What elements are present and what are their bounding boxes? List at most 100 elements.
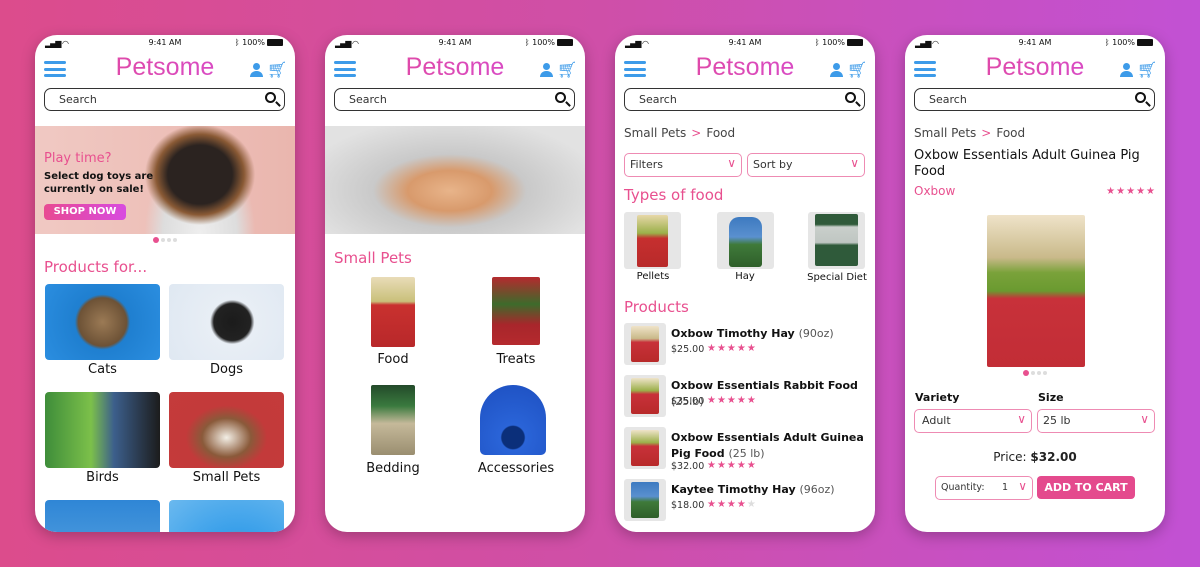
product-price: $35.00 bbox=[671, 396, 705, 407]
status-bar: ▂▄▆ ◠ 9:41 AM ᛒ 100% bbox=[615, 38, 875, 50]
search-input[interactable]: Search bbox=[914, 88, 1155, 111]
status-bar: ▂▄▆ ◠ 9:41 AM ᛒ 100% bbox=[35, 38, 295, 50]
shopping-cart-icon[interactable]: 🛒︎ bbox=[847, 60, 867, 79]
filters-dropdown[interactable]: Filters ∨ bbox=[624, 153, 742, 177]
breadcrumb-small-pets[interactable]: Small Pets bbox=[914, 126, 976, 140]
category-item-label[interactable]: Treats bbox=[456, 352, 576, 367]
types-title: Types of food bbox=[624, 186, 724, 204]
type-pellets[interactable] bbox=[624, 212, 681, 269]
quantity-dropdown[interactable]: Quantity: 1 ∨ bbox=[935, 476, 1033, 500]
category-small-pets[interactable] bbox=[169, 392, 284, 468]
products-title: Products bbox=[624, 298, 689, 316]
product-brand[interactable]: Oxbow bbox=[914, 184, 955, 198]
breadcrumb-food[interactable]: Food bbox=[706, 126, 735, 140]
search-icon[interactable] bbox=[1135, 92, 1146, 103]
product-price: $18.00 bbox=[671, 500, 705, 511]
breadcrumb-separator: > bbox=[981, 126, 992, 140]
product-name[interactable]: Oxbow Timothy Hay (90oz) bbox=[671, 326, 871, 342]
food-image[interactable] bbox=[371, 277, 415, 347]
user-account-icon[interactable] bbox=[1119, 63, 1133, 77]
section-title: Products for... bbox=[44, 258, 148, 276]
rating-stars: ★★★★★ bbox=[1106, 186, 1156, 197]
dog-photo bbox=[135, 126, 265, 234]
promo-banner[interactable]: Play time? Select dog toys are currently… bbox=[35, 126, 295, 234]
product-thumbnail[interactable] bbox=[624, 479, 666, 521]
search-icon[interactable] bbox=[265, 92, 276, 103]
shopping-cart-icon[interactable]: 🛒︎ bbox=[1137, 60, 1157, 79]
product-thumbnail[interactable] bbox=[624, 375, 666, 417]
type-label: Hay bbox=[735, 271, 755, 282]
variety-value: Adult bbox=[922, 414, 951, 427]
product-thumbnail[interactable] bbox=[624, 323, 666, 365]
phone-detail: ▂▄▆ ◠ 9:41 AM ᛒ 100% Petsome 🛒︎ Search S… bbox=[905, 35, 1165, 532]
battery-indicator: ᛒ 100% bbox=[235, 38, 283, 47]
filters-label: Filters bbox=[630, 158, 663, 171]
breadcrumb: Small Pets > Food bbox=[624, 126, 735, 140]
shopping-cart-icon[interactable]: 🛒︎ bbox=[267, 60, 287, 79]
size-dropdown[interactable]: 25 lb ∨ bbox=[1037, 409, 1155, 433]
product-name[interactable]: Oxbow Essentials Adult Guinea Pig Food (… bbox=[671, 430, 871, 462]
category-item-label[interactable]: Food bbox=[333, 352, 453, 367]
add-to-cart-button[interactable]: ADD TO CART bbox=[1037, 476, 1135, 499]
product-name[interactable]: Kaytee Timothy Hay (96oz) bbox=[671, 482, 871, 498]
product-image[interactable] bbox=[987, 215, 1085, 367]
search-placeholder: Search bbox=[639, 93, 677, 106]
bluetooth-icon: ᛒ bbox=[234, 38, 240, 47]
battery-icon bbox=[1137, 39, 1153, 46]
user-account-icon[interactable] bbox=[539, 63, 553, 77]
product-title: Oxbow Essentials Adult Guinea Pig Food bbox=[914, 148, 1140, 179]
sort-label: Sort by bbox=[753, 158, 793, 171]
category-cats[interactable] bbox=[45, 284, 160, 360]
search-icon[interactable] bbox=[555, 92, 566, 103]
carousel-dots[interactable] bbox=[35, 237, 295, 243]
battery-indicator: ᛒ 100% bbox=[1105, 38, 1153, 47]
category-fish[interactable] bbox=[169, 500, 284, 532]
breadcrumb-food[interactable]: Food bbox=[996, 126, 1025, 140]
product-price: $32.00 bbox=[671, 461, 705, 472]
battery-icon bbox=[267, 39, 283, 46]
battery-percent: 100% bbox=[822, 38, 845, 47]
battery-percent: 100% bbox=[242, 38, 265, 47]
gallery-dots[interactable] bbox=[905, 370, 1165, 376]
category-birds[interactable] bbox=[45, 392, 160, 468]
product-rating-stars: ★★★★★ bbox=[707, 343, 757, 354]
search-placeholder: Search bbox=[349, 93, 387, 106]
search-input[interactable]: Search bbox=[624, 88, 865, 111]
category-dogs[interactable] bbox=[169, 284, 284, 360]
phone-listing: ▂▄▆ ◠ 9:41 AM ᛒ 100% Petsome 🛒︎ Search S… bbox=[615, 35, 875, 532]
status-bar: ▂▄▆ ◠ 9:41 AM ᛒ 100% bbox=[325, 38, 585, 50]
size-label: Size bbox=[1038, 391, 1064, 404]
search-placeholder: Search bbox=[929, 93, 967, 106]
product-rating-stars: ★★★★★ bbox=[707, 460, 757, 471]
type-hay[interactable] bbox=[717, 212, 774, 269]
battery-icon bbox=[847, 39, 863, 46]
category-title: Small Pets bbox=[334, 249, 412, 267]
variety-dropdown[interactable]: Adult ∨ bbox=[914, 409, 1032, 433]
battery-percent: 100% bbox=[532, 38, 555, 47]
shopping-cart-icon[interactable]: 🛒︎ bbox=[557, 60, 577, 79]
shop-now-button[interactable]: SHOP NOW bbox=[44, 204, 126, 220]
search-icon[interactable] bbox=[845, 92, 856, 103]
search-input[interactable]: Search bbox=[334, 88, 575, 111]
category-label: Dogs bbox=[210, 362, 243, 377]
chevron-down-icon: ∨ bbox=[850, 156, 859, 170]
treats-image[interactable] bbox=[492, 277, 540, 345]
bedding-image[interactable] bbox=[371, 385, 415, 455]
sort-dropdown[interactable]: Sort by ∨ bbox=[747, 153, 865, 177]
battery-icon bbox=[557, 39, 573, 46]
user-account-icon[interactable] bbox=[829, 63, 843, 77]
chevron-down-icon: ∨ bbox=[1140, 412, 1149, 426]
category-item-label[interactable]: Accessories bbox=[456, 461, 576, 476]
type-special-diet[interactable] bbox=[808, 212, 865, 269]
battery-indicator: ᛒ 100% bbox=[815, 38, 863, 47]
user-account-icon[interactable] bbox=[249, 63, 263, 77]
phone-category: ▂▄▆ ◠ 9:41 AM ᛒ 100% Petsome 🛒︎ Search S… bbox=[325, 35, 585, 532]
quantity-label: Quantity: bbox=[941, 482, 985, 493]
accessories-image[interactable] bbox=[480, 385, 546, 455]
breadcrumb-small-pets[interactable]: Small Pets bbox=[624, 126, 686, 140]
category-reptiles[interactable] bbox=[45, 500, 160, 532]
type-label: Special Diet bbox=[807, 272, 867, 283]
search-input[interactable]: Search bbox=[44, 88, 285, 111]
product-thumbnail[interactable] bbox=[624, 427, 666, 469]
category-item-label[interactable]: Bedding bbox=[333, 461, 453, 476]
